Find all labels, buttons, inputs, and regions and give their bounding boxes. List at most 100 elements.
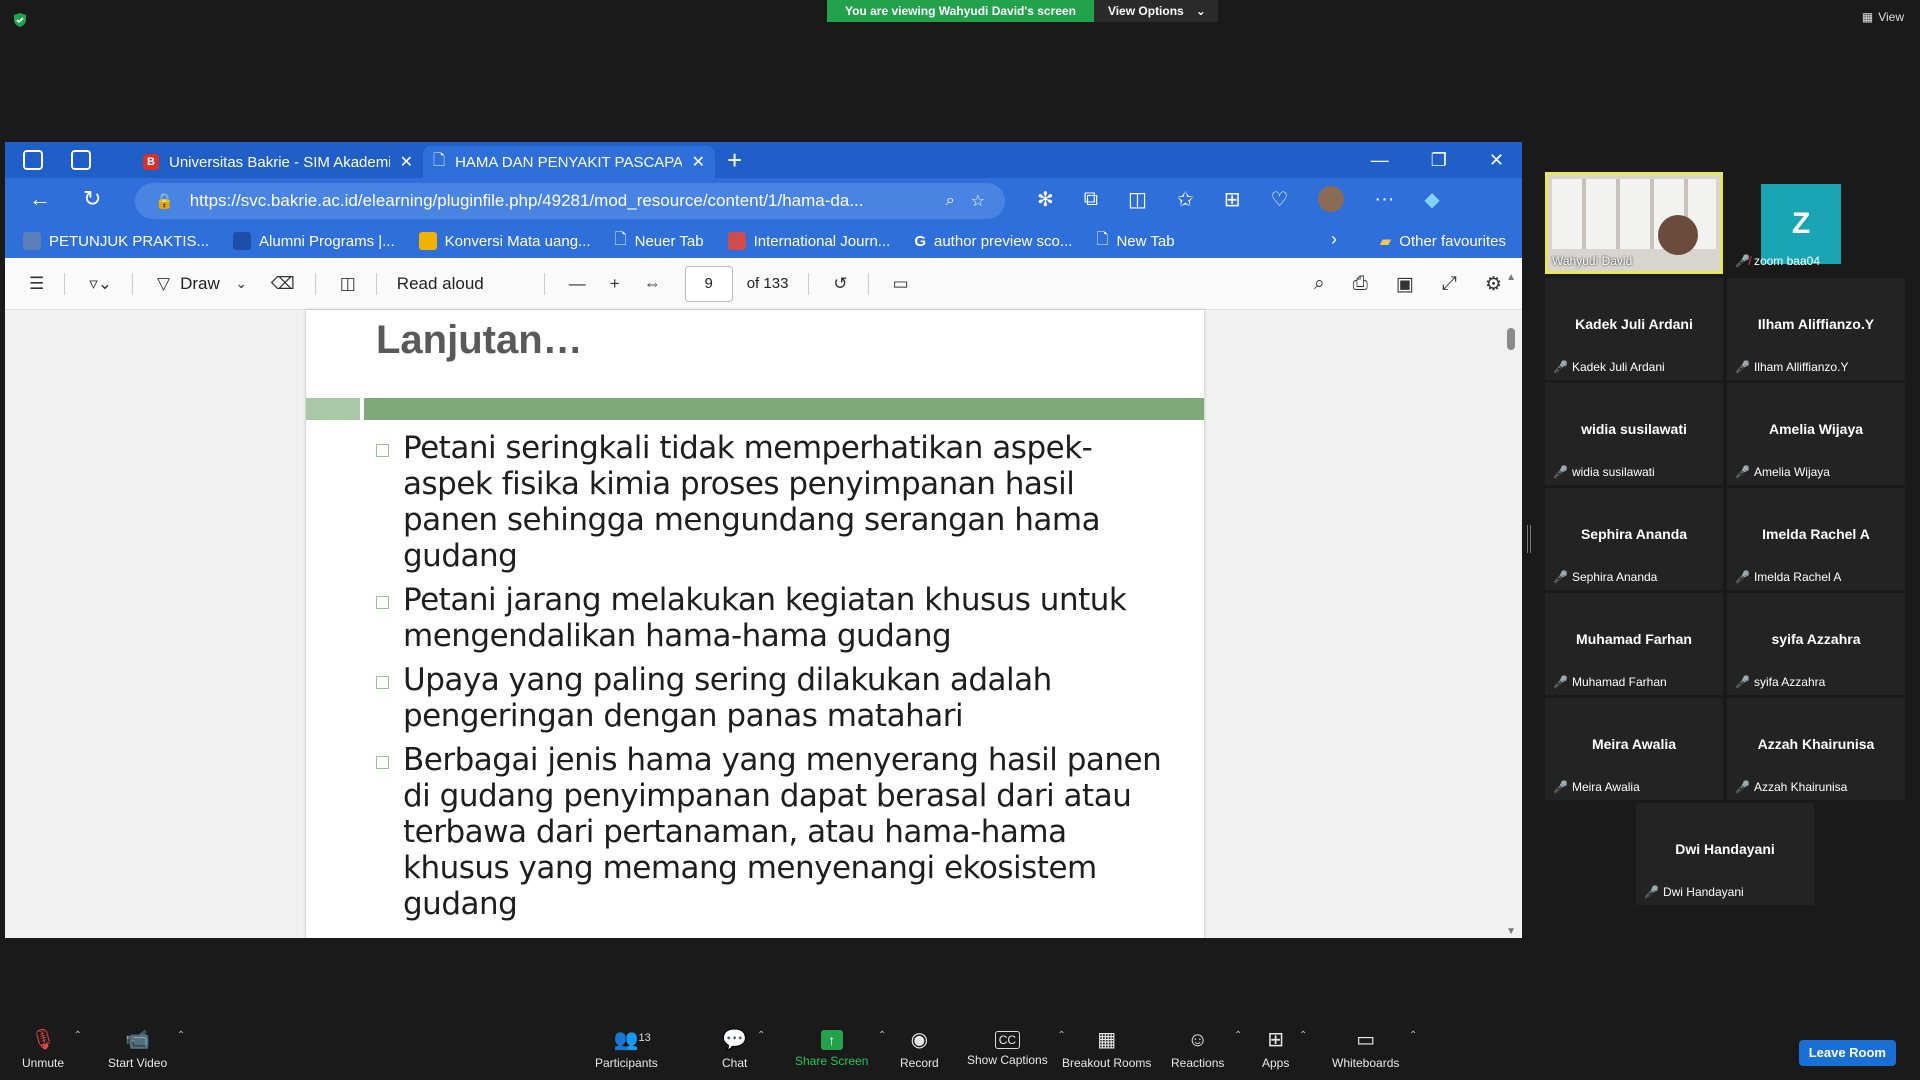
view-options-button[interactable]: View Options ⌄: [1093, 0, 1218, 22]
read-aloud-button[interactable]: Read aloud: [397, 274, 484, 294]
chevron-right-icon[interactable]: ›: [1331, 229, 1337, 250]
collections-icon[interactable]: ⊞: [1224, 187, 1241, 212]
participant-tile[interactable]: syifa Azzahra 🎤 syifa Azzahra: [1727, 593, 1905, 695]
page-number-input[interactable]: 9: [684, 265, 733, 302]
favorite-star-icon[interactable]: ☆: [971, 191, 985, 211]
scroll-down-arrow-icon[interactable]: ▼: [1506, 926, 1516, 937]
show-captions-button[interactable]: CC Show Captions ⌃: [967, 1028, 1066, 1067]
security-shield-icon[interactable]: [12, 12, 28, 28]
chevron-up-icon[interactable]: ⌃: [878, 1030, 886, 1041]
draw-icon[interactable]: ▽: [157, 274, 170, 294]
participant-tile[interactable]: Ilham Aliffianzo.Y 🎤 Ilham Alliffianzo.Y: [1727, 278, 1905, 380]
participant-tile[interactable]: widia susilawati 🎤 widia susilawati: [1545, 383, 1723, 485]
extension-snowflake-icon[interactable]: ✻: [1037, 187, 1054, 212]
chat-button[interactable]: 💬 Chat ⌃: [722, 1028, 765, 1070]
fit-page-icon[interactable]: ⇔: [644, 274, 661, 294]
new-tab-button[interactable]: +: [727, 146, 742, 174]
chevron-up-icon[interactable]: ⌃: [757, 1030, 765, 1041]
zoom-in-icon[interactable]: +: [610, 274, 620, 294]
tab-hama-penyakit[interactable]: 🗋 HAMA DAN PENYAKIT PASCAPA ✕: [423, 146, 715, 178]
highlight-icon[interactable]: ▿⌄: [89, 274, 112, 294]
rotate-icon[interactable]: ↺: [833, 274, 847, 294]
scroll-up-arrow-icon[interactable]: ▲: [1506, 272, 1516, 283]
favorites-icon[interactable]: ✩: [1177, 187, 1194, 212]
bookmark-item[interactable]: PETUNJUK PRAKTIS...: [23, 232, 209, 250]
extensions-puzzle-icon[interactable]: ⧉: [1084, 188, 1098, 211]
fullscreen-icon[interactable]: ⤢: [1442, 273, 1457, 295]
whiteboards-button[interactable]: ▭ Whiteboards ⌃: [1332, 1028, 1417, 1070]
save-icon[interactable]: ▣: [1396, 273, 1414, 296]
draw-button[interactable]: Draw: [180, 274, 220, 294]
unmute-button[interactable]: 🎙 Unmute ⌃: [22, 1028, 82, 1070]
other-favourites-folder[interactable]: ▰ Other favourites: [1380, 224, 1506, 258]
participant-tile-zoom[interactable]: Z 🎤̸ zoom baa04: [1727, 172, 1905, 274]
participant-tile[interactable]: Imelda Rachel A 🎤 Imelda Rachel A: [1727, 488, 1905, 590]
participant-tile[interactable]: Amelia Wijaya 🎤 Amelia Wijaya: [1727, 383, 1905, 485]
chevron-up-icon[interactable]: ⌃: [74, 1030, 82, 1041]
panel-resize-handle[interactable]: [1527, 525, 1531, 553]
view-options-label: View Options: [1107, 4, 1184, 18]
participant-tile[interactable]: Meira Awalia 🎤 Meira Awalia: [1545, 698, 1723, 800]
minimize-icon[interactable]: —: [1371, 150, 1389, 171]
view-mode-icon[interactable]: ◫: [340, 274, 356, 294]
more-menu-icon[interactable]: ···: [1374, 188, 1394, 211]
chevron-up-icon[interactable]: ⌃: [177, 1030, 185, 1041]
tab-actions-icon[interactable]: [71, 150, 91, 170]
settings-gear-icon[interactable]: ⚙: [1485, 273, 1502, 296]
breakout-rooms-button[interactable]: ▦ Breakout Rooms: [1062, 1028, 1151, 1070]
chevron-up-icon[interactable]: ⌃: [1299, 1030, 1307, 1041]
toolbar-separator: [132, 272, 134, 295]
reactions-button[interactable]: ☺ Reactions ⌃: [1171, 1028, 1242, 1070]
refresh-icon[interactable]: ↻: [83, 186, 101, 212]
bookmark-item[interactable]: 🗋 Neuer Tab: [615, 229, 704, 254]
page-view-icon[interactable]: ▭: [893, 274, 909, 294]
chevron-down-icon[interactable]: ⌄: [236, 276, 247, 292]
print-icon[interactable]: ⎙: [1353, 273, 1368, 295]
record-button[interactable]: ◉ Record: [900, 1028, 939, 1070]
participant-tile[interactable]: Azzah Khairunisa 🎤 Azzah Khairunisa: [1727, 698, 1905, 800]
close-window-icon[interactable]: ✕: [1489, 150, 1504, 171]
participant-tile[interactable]: Kadek Juli Ardani 🎤 Kadek Juli Ardani: [1545, 278, 1723, 380]
bookmark-item[interactable]: Konversi Mata uang...: [418, 232, 591, 250]
participant-tile-host[interactable]: Wahyudi David: [1545, 172, 1723, 274]
copilot-icon[interactable]: ◆: [1424, 187, 1439, 212]
chevron-up-icon[interactable]: ⌃: [1234, 1030, 1242, 1041]
profile-avatar[interactable]: [1318, 186, 1345, 212]
split-screen-icon[interactable]: ◫: [1128, 187, 1147, 212]
zoom-out-icon[interactable]: —: [569, 274, 586, 294]
back-arrow-icon[interactable]: ←: [29, 186, 51, 212]
eraser-icon[interactable]: ⌫: [271, 274, 295, 294]
bookmark-item[interactable]: Gauthor preview sco...: [914, 233, 1072, 250]
participant-name: 🎤 syifa Azzahra: [1735, 675, 1826, 689]
participant-tile[interactable]: Sephira Ananda 🎤 Sephira Ananda: [1545, 488, 1723, 590]
view-button[interactable]: ▦ View: [1862, 10, 1904, 24]
start-video-button[interactable]: 📹 Start Video ⌃: [108, 1028, 185, 1070]
bookmark-item[interactable]: International Journ...: [727, 232, 890, 250]
lock-icon[interactable]: 🔒: [155, 192, 174, 210]
tab-sim-akademik[interactable]: B Universitas Bakrie - SIM Akademi ✕: [133, 146, 423, 178]
participant-tile[interactable]: Muhamad Farhan 🎤 Muhamad Farhan: [1545, 593, 1723, 695]
apps-button[interactable]: ⊞ Apps ⌃: [1262, 1028, 1307, 1070]
scrollbar-thumb[interactable]: [1507, 328, 1515, 350]
participant-tile[interactable]: Dwi Handayani 🎤 Dwi Handayani: [1636, 803, 1814, 905]
viewing-screen-label: You are viewing Wahyudi David's screen: [827, 0, 1094, 22]
contents-list-icon[interactable]: ☰: [29, 274, 44, 294]
chevron-up-icon[interactable]: ⌃: [1409, 1030, 1417, 1041]
whiteboard-icon: ▭: [1356, 1029, 1376, 1051]
participants-button[interactable]: 👥 13 Participants: [595, 1028, 658, 1070]
zoom-magnifier-icon[interactable]: ⌕: [946, 192, 955, 210]
restore-icon[interactable]: ❐: [1431, 150, 1447, 171]
close-tab-icon[interactable]: ✕: [400, 152, 413, 172]
browser-essentials-icon[interactable]: ♡: [1270, 187, 1288, 212]
leave-room-button[interactable]: Leave Room: [1798, 1040, 1896, 1066]
bookmark-item[interactable]: Alumni Programs |...: [233, 232, 395, 250]
share-screen-button[interactable]: ↑ Share Screen ⌃: [795, 1028, 886, 1068]
workspaces-icon[interactable]: [23, 150, 43, 170]
bookmark-item[interactable]: 🗋 New Tab: [1096, 229, 1174, 254]
bookmark-favicon-icon: [23, 232, 41, 250]
search-icon[interactable]: ⌕: [1314, 273, 1325, 295]
close-tab-icon[interactable]: ✕: [692, 152, 705, 172]
record-icon: ◉: [910, 1029, 929, 1051]
pdf-viewer[interactable]: Lanjutan… Petani seringkali tidak memper…: [5, 310, 1522, 938]
url-field[interactable]: 🔒 https://svc.bakrie.ac.id/elearning/plu…: [135, 183, 1005, 219]
